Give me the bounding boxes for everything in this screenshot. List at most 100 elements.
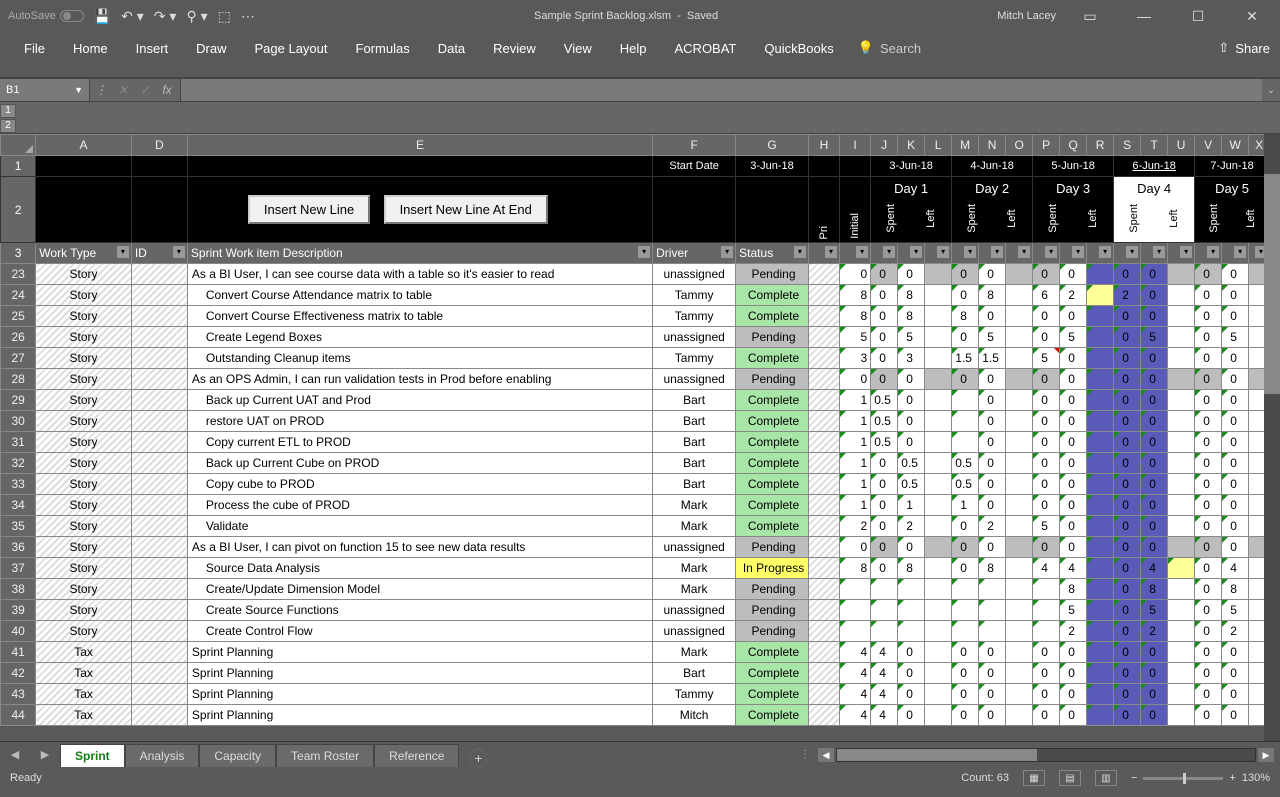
cell-Q[interactable]: 0 [1060,264,1087,285]
cell-initial[interactable]: 1 [840,432,871,453]
cell-initial[interactable] [840,600,871,621]
cell-id[interactable] [131,663,187,684]
tab-draw[interactable]: Draw [182,35,240,62]
cell-N[interactable]: 0 [979,684,1006,705]
row-36[interactable]: 36 [1,537,36,558]
cell-worktype[interactable]: Story [36,264,132,285]
cell-M[interactable]: 0 [952,264,979,285]
cell-L[interactable] [925,285,952,306]
cell-desc[interactable]: Sprint Planning [187,663,652,684]
cell-worktype[interactable]: Story [36,453,132,474]
cell-H[interactable] [808,369,839,390]
cell-initial[interactable]: 2 [840,516,871,537]
cell-W[interactable]: 0 [1222,432,1249,453]
cell-T[interactable]: 0 [1141,390,1168,411]
cell-desc[interactable]: Sprint Planning [187,684,652,705]
cell-status[interactable]: Pending [736,369,809,390]
cell-desc[interactable]: Source Data Analysis [187,558,652,579]
cell-N[interactable]: 0 [979,306,1006,327]
cell-driver[interactable]: Tammy [653,684,736,705]
cell-L[interactable] [925,495,952,516]
cell-V[interactable]: 0 [1195,663,1222,684]
cell-status[interactable]: Pending [736,537,809,558]
cell-V[interactable]: 0 [1195,306,1222,327]
cell-id[interactable] [131,306,187,327]
cell-initial[interactable]: 8 [840,558,871,579]
cell-V[interactable]: 0 [1195,327,1222,348]
page-break-view-icon[interactable]: ▥ [1095,770,1117,786]
cell-T[interactable]: 5 [1141,327,1168,348]
cell-W[interactable]: 5 [1222,600,1249,621]
cell-U[interactable] [1168,684,1195,705]
cell-driver[interactable]: Bart [653,432,736,453]
cell-H[interactable] [808,642,839,663]
cell-initial[interactable]: 0 [840,537,871,558]
cell-V[interactable]: 0 [1195,285,1222,306]
cell-V[interactable]: 0 [1195,642,1222,663]
table-row[interactable]: 30Storyrestore UAT on PRODBartComplete10… [1,411,1270,432]
cell-P[interactable]: 6 [1033,285,1060,306]
cell-J[interactable]: 0.5 [871,390,898,411]
cell-T[interactable]: 5 [1141,600,1168,621]
row-39[interactable]: 39 [1,600,36,621]
cell-H[interactable] [808,705,839,726]
cell-worktype[interactable]: Story [36,537,132,558]
cell-W[interactable]: 0 [1222,516,1249,537]
cell-K[interactable]: 8 [898,306,925,327]
cell-W[interactable]: 0 [1222,663,1249,684]
cell-driver[interactable]: Mitch [653,705,736,726]
table-row[interactable]: 31StoryCopy current ETL to PRODBartCompl… [1,432,1270,453]
row-29[interactable]: 29 [1,390,36,411]
cell-V[interactable]: 0 [1195,369,1222,390]
cell-desc[interactable]: Create Legend Boxes [187,327,652,348]
cell-J[interactable]: 0 [871,285,898,306]
cell-S[interactable]: 0 [1114,432,1141,453]
cell-desc[interactable]: As a BI User, I can see course data with… [187,264,652,285]
cell-W[interactable]: 0 [1222,453,1249,474]
sheet-tab-analysis[interactable]: Analysis [125,744,200,767]
cell-M[interactable]: 0 [952,369,979,390]
cell-W[interactable]: 0 [1222,264,1249,285]
cell-J[interactable]: 0 [871,516,898,537]
cell-N[interactable]: 0 [979,705,1006,726]
cell-status[interactable]: In Progress [736,558,809,579]
cell-O[interactable] [1006,369,1033,390]
cell-L[interactable] [925,621,952,642]
zoom-control[interactable]: − + 130% [1131,772,1270,784]
cell-T[interactable]: 8 [1141,579,1168,600]
cell-P[interactable]: 0 [1033,642,1060,663]
cell-N[interactable]: 0 [979,369,1006,390]
cell-O[interactable] [1006,495,1033,516]
cell-status[interactable]: Complete [736,432,809,453]
save-icon[interactable]: 💾 [94,8,111,25]
cell-W[interactable]: 0 [1222,495,1249,516]
cell-J[interactable]: 4 [871,705,898,726]
cell-O[interactable] [1006,327,1033,348]
cell-driver[interactable]: Bart [653,663,736,684]
sheet-tab-sprint[interactable]: Sprint [60,744,125,767]
cell-P[interactable]: 0 [1033,306,1060,327]
cell-Q[interactable]: 0 [1060,684,1087,705]
cell-desc[interactable]: Convert Course Attendance matrix to tabl… [187,285,652,306]
row-34[interactable]: 34 [1,495,36,516]
cell-driver[interactable]: Tammy [653,306,736,327]
cell-K[interactable]: 0 [898,390,925,411]
cell-U[interactable] [1168,264,1195,285]
cell-V[interactable]: 0 [1195,264,1222,285]
cell-P[interactable]: 0 [1033,474,1060,495]
cell-P[interactable]: 0 [1033,411,1060,432]
cell-driver[interactable]: unassigned [653,621,736,642]
cell-desc[interactable]: Back up Current UAT and Prod [187,390,652,411]
cell-driver[interactable]: Mark [653,642,736,663]
cell-S[interactable]: 0 [1114,600,1141,621]
sheet-tab-team-roster[interactable]: Team Roster [276,744,374,767]
cell-L[interactable] [925,369,952,390]
cell-L[interactable] [925,474,952,495]
table-row[interactable]: 27StoryOutstanding Cleanup itemsTammyCom… [1,348,1270,369]
cell-N[interactable]: 1.5 [979,348,1006,369]
cell-status[interactable]: Complete [736,453,809,474]
cell-V[interactable]: 0 [1195,348,1222,369]
cell-W[interactable]: 0 [1222,348,1249,369]
cell-U[interactable] [1168,369,1195,390]
cell-T[interactable]: 0 [1141,348,1168,369]
